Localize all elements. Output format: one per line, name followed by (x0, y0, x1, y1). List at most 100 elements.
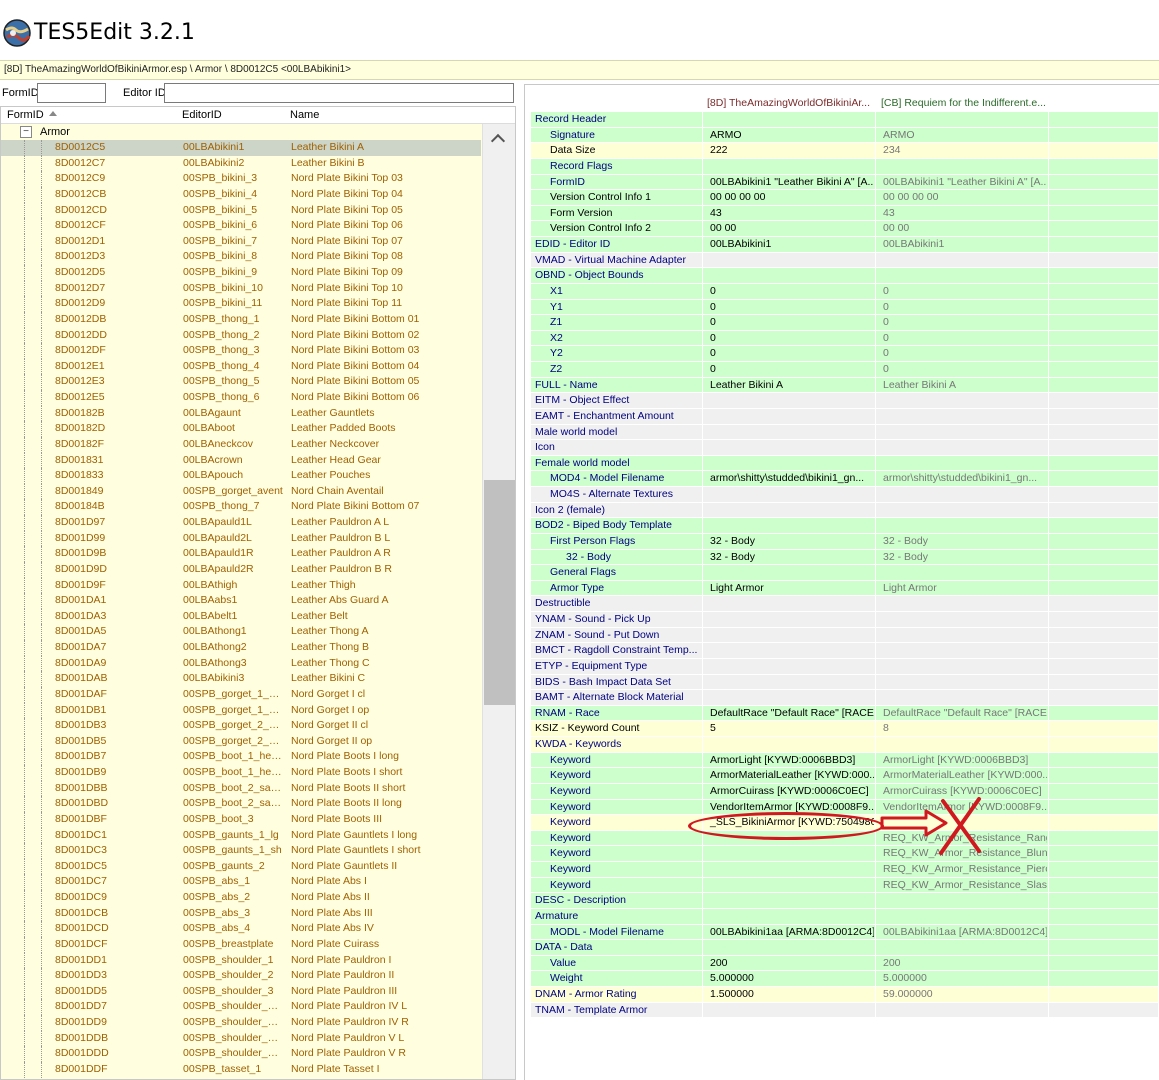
record-row[interactable]: 8D0012C5 00LBAbikini1 Leather Bikini A (1, 140, 481, 156)
field-value-plugin-2[interactable] (875, 518, 1047, 533)
field-value-plugin-2[interactable] (875, 268, 1047, 283)
field-value-plugin-2[interactable] (875, 393, 1047, 408)
field-row[interactable]: Keyword VendorItemArmor [KYWD:0008F9... Ve… (531, 799, 1158, 816)
record-row[interactable]: 8D001DDF 00SPB_tasset_1 Nord Plate Tasset … (1, 1061, 481, 1078)
field-row[interactable]: TNAM - Template Armor (531, 1002, 1158, 1019)
field-row[interactable]: Z1 0 0 (531, 315, 1158, 331)
field-row[interactable]: Y1 0 0 (531, 299, 1158, 316)
record-row[interactable]: 8D001DC9 00SPB_abs_2 Nord Plate Abs II (1, 890, 481, 906)
field-value-plugin-1[interactable] (702, 908, 874, 924)
record-row[interactable]: 8D001833 00LBApouch Leather Pouches (1, 468, 481, 484)
record-row[interactable]: 8D001DBB 00SPB_boot_2_sab_... Nord Plate B… (1, 780, 481, 797)
field-value-plugin-1[interactable]: 5 (702, 721, 874, 736)
field-value-plugin-1[interactable] (702, 940, 874, 955)
field-value-plugin-2[interactable]: 32 - Body (875, 533, 1047, 549)
field-row[interactable]: Keyword ArmorMaterialLeather [KYWD:000...… (531, 768, 1158, 784)
record-row[interactable]: 8D0012CB 00SPB_bikini_4 Nord Plate Bikini … (1, 186, 481, 203)
field-row[interactable]: Keyword ArmorCuirass [KYWD:0006C0EC] Armor… (531, 783, 1158, 800)
record-row[interactable]: 8D0012D1 00SPB_bikini_7 Nord Plate Bikini … (1, 233, 481, 250)
field-value-plugin-2[interactable]: 0 (875, 346, 1047, 361)
field-value-plugin-2[interactable]: 43 (875, 205, 1047, 221)
field-value-plugin-1[interactable]: 32 - Body (702, 549, 874, 565)
record-row[interactable]: 8D001DDD 00SPB_shoulder_5_R Nord Plate Pau… (1, 1046, 481, 1062)
record-row[interactable]: 8D0012C7 00LBAbikini2 Leather Bikini B (1, 155, 481, 172)
field-value-plugin-2[interactable] (875, 658, 1047, 674)
field-value-plugin-2[interactable]: 0 (875, 315, 1047, 330)
field-value-plugin-2[interactable]: REQ_KW_Armor_Resistance_Pierc... (875, 862, 1047, 877)
field-value-plugin-1[interactable] (702, 893, 874, 908)
field-row[interactable]: Record Flags (531, 158, 1158, 175)
record-row[interactable]: 8D001DB9 00SPB_boot_1_heel... Nord Plate B… (1, 765, 481, 781)
field-row[interactable]: Value 200 200 (531, 955, 1158, 972)
field-value-plugin-1[interactable] (702, 674, 874, 690)
field-value-plugin-1[interactable] (702, 158, 874, 174)
field-value-plugin-2[interactable]: ArmorLight [KYWD:0006BBD3] (875, 752, 1047, 768)
field-value-plugin-2[interactable]: 0 (875, 283, 1047, 299)
field-row[interactable]: Y2 0 0 (531, 346, 1158, 362)
field-value-plugin-1[interactable] (702, 565, 874, 580)
field-value-plugin-2[interactable] (875, 643, 1047, 658)
field-value-plugin-1[interactable]: 00 00 00 00 (702, 190, 874, 205)
field-value-plugin-1[interactable]: 1.500000 (702, 987, 874, 1002)
field-value-plugin-1[interactable]: ArmorCuirass [KYWD:0006C0EC] (702, 783, 874, 799)
field-value-plugin-1[interactable]: 222 (702, 143, 874, 158)
field-value-plugin-1[interactable]: ArmorMaterialLeather [KYWD:000... (702, 768, 874, 783)
field-row[interactable]: Icon 2 (female) (531, 502, 1158, 519)
field-value-plugin-1[interactable] (702, 862, 874, 877)
field-value-plugin-1[interactable] (702, 846, 874, 861)
field-value-plugin-1[interactable] (702, 612, 874, 627)
column-header-formid[interactable]: FormID (7, 109, 44, 121)
field-row[interactable]: X1 0 0 (531, 283, 1158, 300)
field-value-plugin-1[interactable] (702, 518, 874, 533)
record-row[interactable]: 8D00184B 00SPB_thong_7 Nord Plate Bikini B… (1, 499, 481, 515)
editorid-filter-input[interactable] (164, 83, 514, 103)
field-row[interactable]: DESC - Description (531, 893, 1158, 909)
field-row[interactable]: DNAM - Armor Rating 1.500000 59.000000 (531, 987, 1158, 1003)
record-row[interactable]: 8D00182D 00LBAboot Leather Padded Boots (1, 421, 481, 437)
field-value-plugin-2[interactable] (875, 565, 1047, 580)
record-row[interactable]: 8D001D99 00LBApauld2L Leather Pauldron B L (1, 530, 481, 547)
field-value-plugin-2[interactable]: 00LBAbikini1 (875, 237, 1047, 252)
field-row[interactable]: Icon (531, 440, 1158, 456)
field-value-plugin-1[interactable]: 0 (702, 299, 874, 315)
field-value-plugin-2[interactable] (875, 112, 1047, 127)
field-row[interactable]: MO4S - Alternate Textures (531, 487, 1158, 503)
field-value-plugin-1[interactable] (702, 627, 874, 643)
field-value-plugin-1[interactable]: 0 (702, 330, 874, 346)
field-value-plugin-2[interactable] (875, 455, 1047, 471)
record-row[interactable]: 8D001DB7 00SPB_boot_1_heel... Nord Plate B… (1, 749, 481, 765)
field-row[interactable]: EAMT - Enchantment Amount (531, 408, 1158, 425)
record-row[interactable]: 8D001DB3 00SPB_gorget_2_cl... Nord Gorget … (1, 718, 481, 734)
record-row[interactable]: 8D001DA3 00LBAbelt1 Leather Belt (1, 608, 481, 625)
field-value-plugin-2[interactable]: 59.000000 (875, 987, 1047, 1002)
field-row[interactable]: Weight 5.000000 5.000000 (531, 971, 1158, 987)
field-row[interactable]: MODL - Model Filename 00LBAbikini1aa [ARM… (531, 924, 1158, 941)
record-row[interactable]: 8D001DC1 00SPB_gaunts_1_lg Nord Plate Gaun… (1, 827, 481, 844)
record-row[interactable]: 8D001DB5 00SPB_gorget_2_op... Nord Gorget … (1, 733, 481, 750)
field-value-plugin-1[interactable]: 32 - Body (702, 533, 874, 549)
field-value-plugin-1[interactable] (702, 596, 874, 611)
navigator-scrollbar[interactable] (482, 124, 515, 1079)
scroll-up-icon[interactable] (490, 133, 506, 149)
field-value-plugin-2[interactable] (875, 1002, 1047, 1018)
field-row[interactable]: OBND - Object Bounds (531, 268, 1158, 284)
field-value-plugin-2[interactable] (875, 502, 1047, 518)
field-value-plugin-2[interactable] (875, 893, 1047, 908)
record-row[interactable]: 8D00182B 00LBAgaunt Leather Gauntlets (1, 405, 481, 422)
field-row[interactable]: ETYP - Equipment Type (531, 658, 1158, 675)
record-row[interactable]: 8D001DC5 00SPB_gaunts_2 Nord Plate Gauntle… (1, 858, 481, 875)
field-row[interactable]: BIDS - Bash Impact Data Set (531, 674, 1158, 691)
field-row[interactable]: Z2 0 0 (531, 362, 1158, 378)
record-row[interactable]: 8D001DD3 00SPB_shoulder_2 Nord Plate Pauld… (1, 968, 481, 984)
record-row[interactable]: 8D001DCF 00SPB_breastplate Nord Plate Cuir… (1, 936, 481, 953)
field-row[interactable]: X2 0 0 (531, 330, 1158, 347)
record-row[interactable]: 8D001DA9 00LBAthong3 Leather Thong C (1, 655, 481, 672)
field-value-plugin-1[interactable]: 5.000000 (702, 971, 874, 986)
record-row[interactable]: 8D001DC3 00SPB_gaunts_1_sh Nord Plate Gaun… (1, 843, 481, 859)
field-value-plugin-1[interactable]: 00LBAbikini1aa [ARMA:8D0012C4] (702, 924, 874, 940)
field-value-plugin-2[interactable] (875, 612, 1047, 627)
field-value-plugin-1[interactable] (702, 268, 874, 283)
field-value-plugin-1[interactable] (702, 440, 874, 455)
record-row[interactable]: 8D001DD1 00SPB_shoulder_1 Nord Plate Pauld… (1, 952, 481, 969)
field-value-plugin-2[interactable]: 0 (875, 299, 1047, 315)
